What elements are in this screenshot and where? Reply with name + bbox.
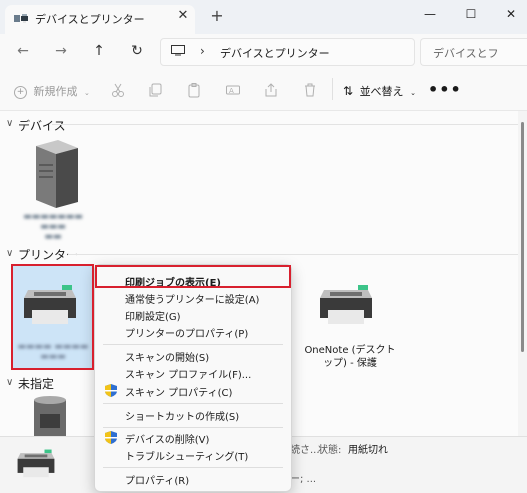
menu-item-troubleshoot[interactable]: トラブルシューティング(T) [125,448,248,463]
breadcrumb-current[interactable]: デバイスとプリンター [220,45,330,61]
details-fragment: ー; ... [290,474,317,485]
breadcrumb-separator[interactable]: › [200,44,205,58]
menu-item-printer-properties[interactable]: プリンターのプロパティ(P) [125,325,248,340]
forward-button[interactable]: → [50,41,72,61]
search-input[interactable]: デバイスとフ [433,45,499,61]
cut-icon[interactable] [110,82,126,98]
group-divider [52,124,518,125]
refresh-button[interactable]: ↻ [126,41,148,61]
tab-title: デバイスとプリンター [35,13,145,26]
menu-item-scan-properties[interactable]: スキャン プロパティ(C) [125,384,232,399]
uac-shield-icon [105,384,117,397]
menu-separator [103,344,283,345]
details-printer-icon [17,449,55,478]
back-button[interactable]: ← [12,41,34,61]
context-menu: 印刷ジョブの表示(E) 通常使うプリンターに設定(A) 印刷設定(G) プリンタ… [94,264,292,492]
collapse-chevron-icon[interactable]: ∨ [6,248,13,259]
highlight-box-printer [11,264,94,370]
close-window-button[interactable]: ✕ [496,6,526,22]
group-divider [68,254,518,255]
new-button-label: 新規作成 [33,85,78,98]
devices-printers-icon [14,14,28,23]
menu-separator [103,403,283,404]
onenote-printer-icon[interactable] [318,280,374,328]
scrollbar-thumb[interactable] [521,122,524,352]
menu-item-properties[interactable]: プロパティ(R) [125,472,189,487]
collapse-chevron-icon[interactable]: ∨ [6,377,13,388]
menu-separator [103,427,283,428]
onenote-label-line1: OneNote (デスクト [304,345,396,356]
computer-tower-icon[interactable] [28,140,80,208]
maximize-button[interactable]: ☐ [456,6,486,22]
onenote-printer-label[interactable]: OneNote (デスクト ップ) - 保護 [300,344,400,370]
sort-button-label: 並べ替え [359,85,404,98]
unspecified-device-icon[interactable] [28,394,72,436]
copy-icon[interactable] [147,82,163,98]
details-status-label: 状態: [318,445,342,456]
menu-separator [103,467,283,468]
command-separator [332,78,333,100]
new-button[interactable]: + 新規作成 ⌄ [14,83,90,99]
monitor-icon [171,45,185,56]
group-header-unspecified[interactable]: 未指定 [18,375,54,392]
new-tab-button[interactable]: + [210,8,224,24]
device-name-blurred: ▬▬▬▬▬▬▬ ▬▬▬ ▬▬ [23,212,83,242]
rename-icon[interactable]: A [225,82,241,98]
share-icon[interactable] [263,82,279,98]
chevron-down-icon: ⌄ [410,89,416,97]
uac-shield-icon [105,431,117,444]
highlight-box-menu-item [95,265,291,288]
tab-close-icon[interactable]: ✕ [176,8,190,24]
up-button[interactable]: ↑ [88,41,110,61]
menu-item-remove-device[interactable]: デバイスの削除(V) [125,431,209,446]
group-header-devices[interactable]: デバイス [18,117,66,134]
menu-item-printing-preferences[interactable]: 印刷設定(G) [125,308,181,323]
delete-icon[interactable] [302,82,318,98]
details-status-value: 用紙切れ [348,445,388,456]
details-fragment: 読さ... [290,445,320,456]
sort-icon: ⇅ [343,84,354,98]
collapse-chevron-icon[interactable]: ∨ [6,118,13,129]
plus-circle-icon: + [14,85,27,99]
onenote-label-line2: ップ) - 保護 [323,358,377,369]
chevron-down-icon: ⌄ [84,89,90,97]
svg-text:A: A [229,87,234,95]
sort-button[interactable]: ⇅ 並べ替え ⌄ [343,83,416,99]
menu-item-scan-profiles[interactable]: スキャン プロファイル(F)... [125,366,251,381]
menu-item-set-default-printer[interactable]: 通常使うプリンターに設定(A) [125,291,259,306]
more-options-button[interactable]: ••• [428,80,462,99]
menu-item-create-shortcut[interactable]: ショートカットの作成(S) [125,408,239,423]
minimize-button[interactable]: — [415,6,445,22]
paste-icon[interactable] [186,82,202,98]
menu-item-start-scan[interactable]: スキャンの開始(S) [125,349,209,364]
